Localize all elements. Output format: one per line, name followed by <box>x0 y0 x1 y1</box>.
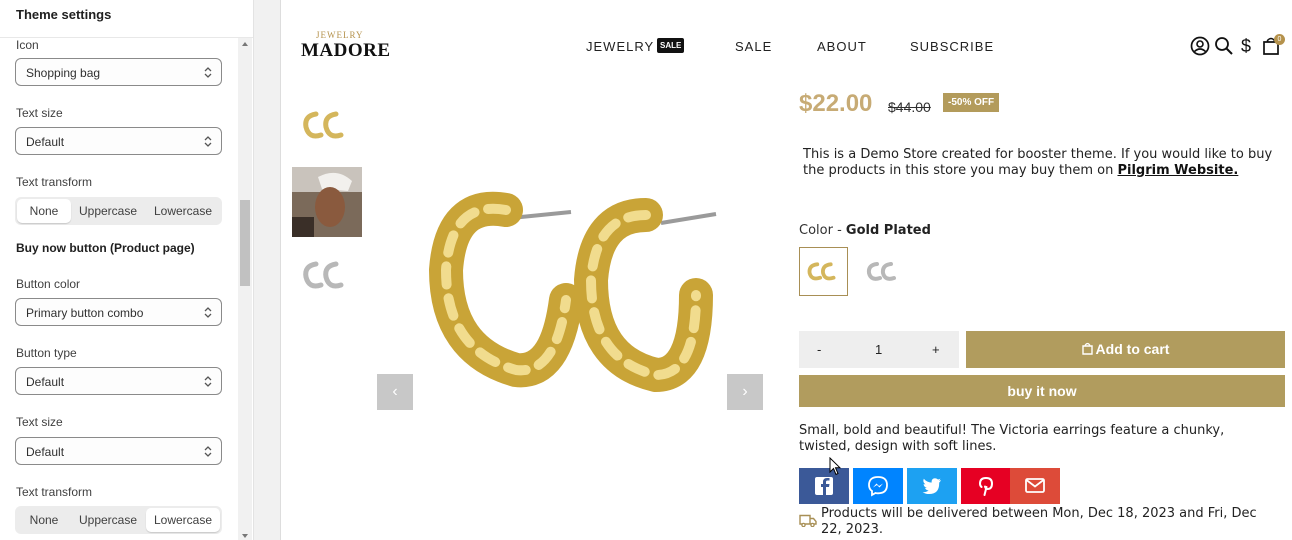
facebook-icon <box>815 477 833 495</box>
cart-count-badge: 0 <box>1274 34 1285 45</box>
transform-none-option[interactable]: None <box>17 199 71 223</box>
logo-tagline: JEWELRY <box>316 30 364 40</box>
icon-select-value: Shopping bag <box>26 66 101 80</box>
scroll-down-arrow-icon[interactable] <box>242 534 248 538</box>
store-logo[interactable]: MADORE <box>301 40 391 62</box>
compare-at-price: $44.00 <box>888 99 931 115</box>
thumbnail-gold-earrings[interactable] <box>292 90 362 160</box>
scroll-up-arrow-icon[interactable] <box>242 42 248 46</box>
twitter-icon <box>922 478 941 494</box>
share-messenger-button[interactable] <box>853 468 903 504</box>
button-color-label: Button color <box>16 277 81 291</box>
transform-uppercase-option-2[interactable]: Uppercase <box>73 508 143 532</box>
email-icon <box>1025 478 1045 493</box>
text-size-select-value: Default <box>26 135 65 149</box>
delivery-truck-icon <box>799 514 817 527</box>
discount-badge: -50% OFF <box>943 93 1000 112</box>
product-description: This is a Demo Store created for booster… <box>803 147 1273 179</box>
icon-select[interactable]: Shopping bag <box>15 58 222 86</box>
selected-color-value: Gold Plated <box>845 223 931 238</box>
chevron-updown-icon <box>204 446 212 457</box>
button-color-select[interactable]: Primary button combo <box>15 298 222 326</box>
thumbnail-model-photo[interactable] <box>292 167 362 237</box>
quantity-input[interactable]: 1 <box>875 342 882 357</box>
button-type-label: Button type <box>16 346 77 360</box>
section-buy-now-heading: Buy now button (Product page) <box>16 241 195 255</box>
share-pinterest-button[interactable] <box>961 468 1011 504</box>
quantity-increase-button[interactable]: + <box>932 342 940 357</box>
text-size-select-2[interactable]: Default <box>15 437 222 465</box>
share-email-button[interactable] <box>1010 468 1060 504</box>
share-twitter-button[interactable] <box>907 468 957 504</box>
chevron-updown-icon <box>204 307 212 318</box>
text-transform-segmented: None Uppercase Lowercase <box>15 197 222 225</box>
color-option-label: Color - Gold Plated <box>799 223 931 238</box>
add-to-cart-label: Add to cart <box>1095 341 1170 357</box>
panel-header: Theme settings <box>0 0 253 38</box>
add-to-cart-button[interactable]: Add to cart <box>966 331 1285 368</box>
button-type-select[interactable]: Default <box>15 367 222 395</box>
thumbnail-silver-earrings[interactable] <box>292 240 362 310</box>
icon-label: Icon <box>16 38 39 52</box>
scrollbar-track[interactable] <box>238 38 252 540</box>
swatch-silver[interactable] <box>859 247 908 296</box>
messenger-icon <box>868 476 888 497</box>
nav-jewelry[interactable]: JEWELRY <box>586 39 654 54</box>
quantity-stepper: - 1 + <box>799 331 959 368</box>
shopping-bag-icon <box>1081 342 1093 355</box>
nav-sale-badge: SALE <box>657 38 685 53</box>
text-size-label: Text size <box>16 106 63 120</box>
text-transform-label: Text transform <box>16 175 93 189</box>
scrollbar-thumb[interactable] <box>240 200 250 286</box>
transform-uppercase-option[interactable]: Uppercase <box>73 199 143 223</box>
chevron-updown-icon <box>204 376 212 387</box>
button-type-select-value: Default <box>26 375 65 389</box>
text-transform-label-2: Text transform <box>16 485 93 499</box>
product-main-image[interactable] <box>406 180 736 400</box>
search-icon[interactable] <box>1214 36 1234 56</box>
nav-subscribe[interactable]: SUBSCRIBE <box>910 39 994 54</box>
quantity-decrease-button[interactable]: - <box>817 342 821 357</box>
theme-settings-panel: Theme settings Icon Shopping bag Text si… <box>0 0 254 540</box>
transform-lowercase-option-2[interactable]: Lowercase <box>146 508 220 532</box>
user-icon[interactable] <box>1190 36 1210 56</box>
nav-sale[interactable]: SALE <box>735 39 772 54</box>
pilgrim-website-link[interactable]: Pilgrim Website. <box>1117 163 1238 178</box>
transform-lowercase-option[interactable]: Lowercase <box>146 199 220 223</box>
text-transform-segmented-2: None Uppercase Lowercase <box>15 506 222 534</box>
chevron-updown-icon <box>204 136 212 147</box>
delivery-estimate: Products will be delivered between Mon, … <box>821 506 1257 537</box>
swatch-gold-plated[interactable] <box>799 247 848 296</box>
currency-icon[interactable]: $ <box>1239 36 1253 56</box>
mouse-cursor-icon <box>829 457 841 476</box>
slider-next-button[interactable]: › <box>727 374 763 410</box>
text-size-select[interactable]: Default <box>15 127 222 155</box>
transform-none-option-2[interactable]: None <box>17 508 71 532</box>
nav-about[interactable]: ABOUT <box>817 39 867 54</box>
button-color-select-value: Primary button combo <box>26 306 144 320</box>
panel-title: Theme settings <box>16 7 112 22</box>
chevron-right-icon: › <box>742 383 748 400</box>
product-blurb: Small, bold and beautiful! The Victoria … <box>799 423 1225 454</box>
svg-text:$: $ <box>1241 36 1251 56</box>
color-separator: - <box>832 223 846 238</box>
pinterest-icon <box>978 477 994 496</box>
chevron-left-icon: ‹ <box>392 383 398 400</box>
share-facebook-button[interactable] <box>799 468 849 504</box>
chevron-updown-icon <box>204 67 212 78</box>
store-preview: JEWELRY MADORE JEWELRY SALE SALE ABOUT S… <box>280 0 1292 540</box>
product-price: $22.00 <box>799 90 873 117</box>
color-label-text: Color <box>799 223 833 238</box>
text-size-label-2: Text size <box>16 415 63 429</box>
slider-prev-button[interactable]: ‹ <box>377 374 413 410</box>
text-size-select-value-2: Default <box>26 445 65 459</box>
buy-it-now-button[interactable]: buy it now <box>799 375 1285 407</box>
